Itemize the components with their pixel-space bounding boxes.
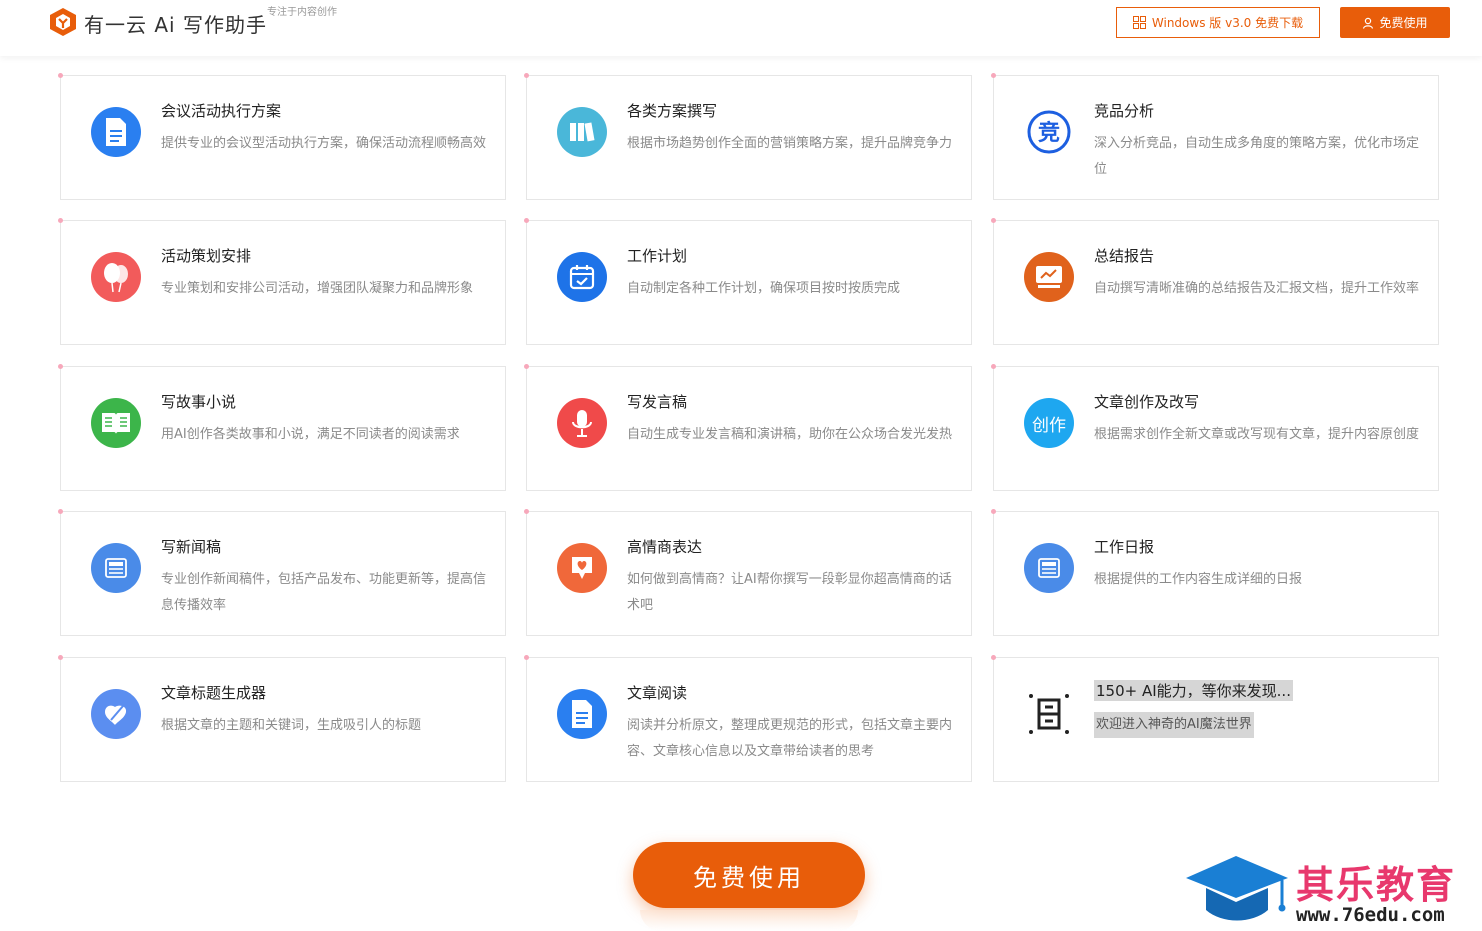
feature-card-description: 自动制定各种工作计划，确保项目按时按质完成 bbox=[627, 281, 901, 296]
feature-card-description: 用AI创作各类故事和小说，满足不同读者的阅读需求 bbox=[161, 427, 460, 442]
feature-card[interactable]: 工作计划自动制定各种工作计划，确保项目按时按质完成 bbox=[524, 218, 972, 345]
feature-card-title: 150+ AI能力，等你来发现... bbox=[1094, 680, 1293, 701]
feature-card-title: 文章阅读 bbox=[627, 684, 688, 702]
feature-card-title: 写故事小说 bbox=[161, 393, 237, 411]
watermark-title: 其乐教育 bbox=[1296, 863, 1457, 907]
logo-slogan: 专注于内容创作 bbox=[267, 7, 337, 18]
microphone-icon bbox=[557, 398, 607, 448]
feature-card[interactable]: 写故事小说用AI创作各类故事和小说，满足不同读者的阅读需求 bbox=[58, 364, 506, 491]
feature-card-description: 自动生成专业发言稿和演讲稿，助你在公众场合发光发热 bbox=[627, 427, 953, 442]
free-use-button-top[interactable]: 免费使用 bbox=[1340, 7, 1450, 38]
feature-card-title: 写新闻稿 bbox=[161, 538, 222, 556]
logo-text[interactable]: 有一云 Ai 写作助手 bbox=[84, 9, 267, 38]
article-icon bbox=[557, 689, 607, 739]
feature-card-description: 根据市场趋势创作全面的营销策略方案，提升品牌竞争力 bbox=[627, 136, 953, 151]
cta-reflection bbox=[640, 910, 858, 931]
feature-card[interactable]: 写发言稿自动生成专业发言稿和演讲稿，助你在公众场合发光发热 bbox=[524, 364, 972, 491]
feature-card-title: 会议活动执行方案 bbox=[161, 102, 282, 120]
watermark-url: www.76edu.com bbox=[1296, 904, 1445, 926]
books-icon bbox=[557, 107, 607, 157]
feature-card-title: 写发言稿 bbox=[627, 393, 688, 411]
svg-text:竞: 竞 bbox=[1038, 120, 1060, 146]
scan-icon bbox=[1024, 689, 1074, 739]
feature-card-title: 文章创作及改写 bbox=[1094, 393, 1200, 411]
windows-icon bbox=[1132, 16, 1146, 29]
feature-card[interactable]: 创作 文章创作及改写根据需求创作全新文章或改写现有文章，提升内容原创度 bbox=[991, 364, 1439, 491]
feature-card-description: 提供专业的会议型活动执行方案，确保活动流程顺畅高效 bbox=[161, 136, 487, 151]
feature-card-description: 根据需求创作全新文章或改写现有文章，提升内容原创度 bbox=[1094, 427, 1420, 442]
feature-card[interactable]: 工作日报根据提供的工作内容生成详细的日报 bbox=[991, 509, 1439, 636]
feature-card-description: 专业策划和安排公司活动，增强团队凝聚力和品牌形象 bbox=[161, 281, 474, 296]
logo-icon[interactable] bbox=[48, 7, 78, 37]
feature-card[interactable]: 写新闻稿专业创作新闻稿件，包括产品发布、功能更新等，提高信息传播效率 bbox=[58, 509, 506, 636]
feature-card[interactable]: 总结报告自动撰写清晰准确的总结报告及汇报文档，提升工作效率 bbox=[991, 218, 1439, 345]
feature-card-description: 欢迎进入神奇的AI魔法世界 bbox=[1094, 712, 1254, 738]
heart-chat-icon bbox=[557, 543, 607, 593]
report-icon bbox=[1024, 252, 1074, 302]
title-pen-icon bbox=[91, 689, 141, 739]
feature-card[interactable]: 会议活动执行方案提供专业的会议型活动执行方案，确保活动流程顺畅高效 bbox=[58, 73, 506, 200]
feature-card-description: 根据文章的主题和关键词，生成吸引人的标题 bbox=[161, 718, 422, 733]
feature-card-description: 如何做到高情商？让AI帮你撰写一段彰显你超高情商的话术吧 bbox=[627, 572, 952, 613]
compete-icon: 竞 bbox=[1024, 107, 1074, 157]
calendar-icon bbox=[557, 252, 607, 302]
feature-card-description: 深入分析竞品，自动生成多角度的策略方案，优化市场定位 bbox=[1094, 136, 1420, 177]
feature-card-title: 工作日报 bbox=[1094, 538, 1155, 556]
feature-card-title: 工作计划 bbox=[627, 247, 688, 265]
news-icon bbox=[91, 543, 141, 593]
feature-card-title: 总结报告 bbox=[1094, 247, 1155, 265]
feature-card-description: 阅读并分析原文，整理成更规范的形式，包括文章主要内容、文章核心信息以及文章带给读… bbox=[627, 718, 953, 759]
feature-card-description: 根据提供的工作内容生成详细的日报 bbox=[1094, 572, 1303, 587]
feature-card[interactable]: 文章标题生成器根据文章的主题和关键词，生成吸引人的标题 bbox=[58, 655, 506, 782]
feature-card[interactable]: 活动策划安排专业策划和安排公司活动，增强团队凝聚力和品牌形象 bbox=[58, 218, 506, 345]
feature-card-title: 活动策划安排 bbox=[161, 247, 252, 265]
user-icon bbox=[1363, 17, 1374, 29]
feature-card[interactable]: 高情商表达如何做到高情商？让AI帮你撰写一段彰显你超高情商的话术吧 bbox=[524, 509, 972, 636]
feature-card[interactable]: 文章阅读阅读并分析原文，整理成更规范的形式，包括文章主要内容、文章核心信息以及文… bbox=[524, 655, 972, 782]
free-use-cta-button[interactable]: 免费使用 bbox=[633, 842, 865, 908]
balloon-icon bbox=[91, 252, 141, 302]
free-use-label: 免费使用 bbox=[1379, 16, 1428, 30]
feature-card-title: 竞品分析 bbox=[1094, 102, 1155, 120]
windows-download-button[interactable]: Windows 版 v3.0 免费下载 bbox=[1116, 7, 1320, 38]
document-icon bbox=[91, 107, 141, 157]
feature-card[interactable]: 150+ AI能力，等你来发现... 欢迎进入神奇的AI魔法世界 bbox=[991, 655, 1439, 782]
feature-card-description: 自动撰写清晰准确的总结报告及汇报文档，提升工作效率 bbox=[1094, 281, 1420, 296]
watermark: 其乐教育 www.76edu.com bbox=[1186, 852, 1478, 928]
create-icon: 创作 bbox=[1024, 398, 1074, 448]
daily-report-icon bbox=[1024, 543, 1074, 593]
feature-card[interactable]: 竞 竞品分析深入分析竞品，自动生成多角度的策略方案，优化市场定位 bbox=[991, 73, 1439, 200]
feature-card[interactable]: 各类方案撰写根据市场趋势创作全面的营销策略方案，提升品牌竞争力 bbox=[524, 73, 972, 200]
download-label: Windows 版 v3.0 免费下载 bbox=[1151, 16, 1304, 30]
top-header: 有一云 Ai 写作助手 专注于内容创作 Windows 版 v3.0 免费下载 … bbox=[0, 0, 1482, 56]
graduation-cap-icon bbox=[1186, 856, 1288, 921]
feature-card-title: 各类方案撰写 bbox=[627, 102, 718, 120]
feature-card-title: 高情商表达 bbox=[627, 538, 703, 556]
open-book-icon bbox=[91, 398, 141, 448]
feature-card-title: 文章标题生成器 bbox=[161, 684, 267, 702]
feature-card-description: 专业创作新闻稿件，包括产品发布、功能更新等，提高信息传播效率 bbox=[161, 572, 487, 613]
